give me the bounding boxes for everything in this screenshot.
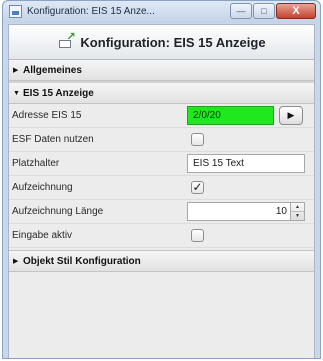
section-allgemeines-toggle[interactable]: ▶ Allgemeines [9,60,314,81]
export-arrow-icon: ↗ [57,32,76,49]
app-icon [9,5,22,18]
property-row-aufzeichnung: Aufzeichnung ✓ [9,176,314,200]
section-objekt-stil-label: Objekt Stil Konfiguration [23,255,141,267]
dialog-header: ↗ Konfiguration: EIS 15 Anzeige [9,25,314,60]
laenge-label: Aufzeichnung Länge [12,206,104,217]
esf-checkbox[interactable] [191,133,204,146]
section-allgemeines-label: Allgemeines [23,64,82,76]
aufzeichnung-checkbox[interactable]: ✓ [191,181,204,194]
minimize-icon: — [236,6,246,16]
maximize-icon: □ [261,6,267,16]
close-icon: X [292,5,300,17]
maximize-button[interactable]: □ [253,3,275,19]
window-title: Konfiguration: EIS 15 Anze... [27,6,155,17]
platzhalter-label: Platzhalter [12,158,60,169]
platzhalter-input[interactable]: EIS 15 Text [187,154,305,173]
dialog-content: ↗ Konfiguration: EIS 15 Anzeige ▶ Allgem… [8,24,315,358]
esf-label: ESF Daten nutzen [12,134,94,145]
section-objekt-stil-toggle[interactable]: ▶ Objekt Stil Konfiguration [9,250,314,272]
adresse-field[interactable]: 2/0/20 [187,106,274,125]
minimize-button[interactable]: — [230,3,252,19]
arrow-right-icon: ▶ [287,110,295,120]
close-button[interactable]: X [276,3,316,19]
laenge-value: 10 [275,206,287,217]
collapse-arrow-icon: ▼ [13,89,20,97]
laenge-spinner[interactable]: 10 ▲ ▼ [187,202,305,221]
adresse-select-button[interactable]: ▶ [279,106,303,125]
expand-arrow-icon: ▶ [13,67,19,74]
adresse-label: Adresse EIS 15 [12,110,82,121]
eingabe-checkbox[interactable] [191,229,204,242]
section-eis15-toggle[interactable]: ▼ EIS 15 Anzeige [9,81,314,104]
eingabe-label: Eingabe aktiv [12,230,73,241]
dialog-header-title: Konfiguration: EIS 15 Anzeige [80,34,266,50]
section-eis15-label: EIS 15 Anzeige [23,87,94,99]
property-row-adresse: Adresse EIS 15 2/0/20 ▶ [9,104,314,128]
empty-area [9,272,314,296]
spinner-down-icon[interactable]: ▼ [291,211,304,220]
title-bar[interactable]: Konfiguration: EIS 15 Anze... — □ X [3,1,320,23]
spinner-up-icon[interactable]: ▲ [291,203,304,211]
property-row-esf: ESF Daten nutzen [9,128,314,152]
window-controls: — □ X [229,3,316,19]
dialog-window: Konfiguration: EIS 15 Anze... — □ X ↗ Ko… [2,0,321,359]
property-row-eingabe: Eingabe aktiv [9,224,314,248]
aufzeichnung-label: Aufzeichnung [12,182,73,193]
property-row-platzhalter: Platzhalter EIS 15 Text [9,152,314,176]
spinner-buttons: ▲ ▼ [290,203,304,220]
property-row-laenge: Aufzeichnung Länge 10 ▲ ▼ [9,200,314,224]
expand-arrow-icon: ▶ [13,258,19,265]
